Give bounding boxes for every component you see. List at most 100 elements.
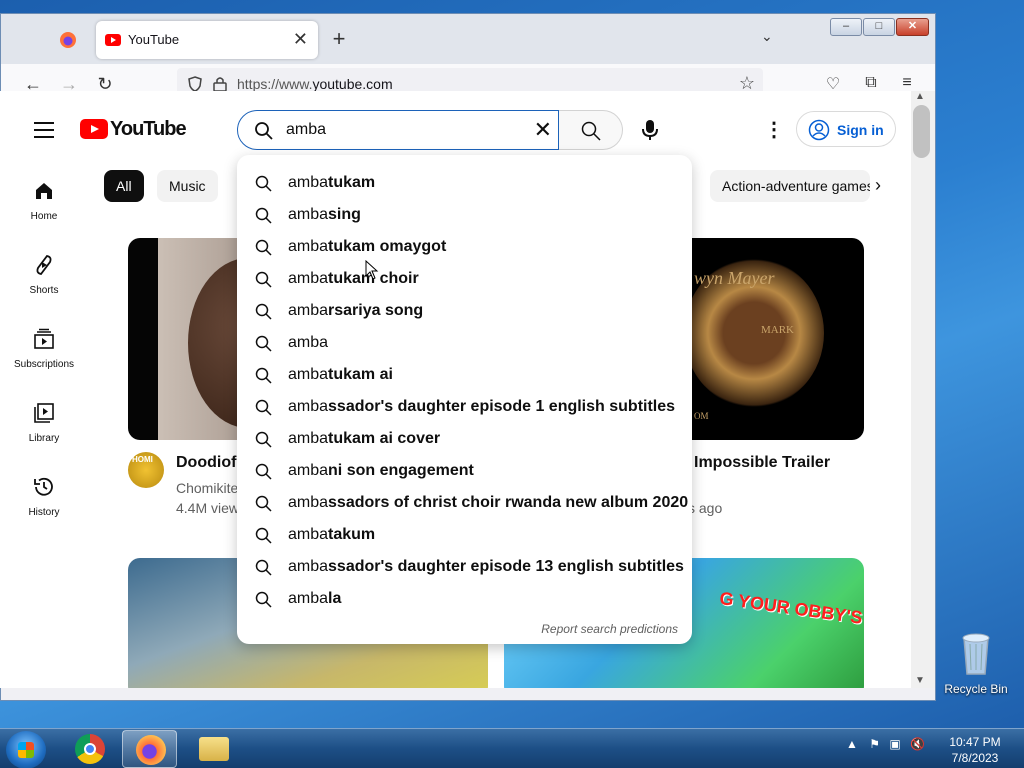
suggestion-item[interactable]: ambatukam choir — [237, 263, 692, 295]
sign-in-button[interactable]: Sign in — [796, 111, 896, 147]
voice-search-icon[interactable] — [640, 118, 660, 142]
channel-avatar[interactable]: HOMI — [128, 452, 164, 488]
show-hidden-icons-icon[interactable]: ▲ — [846, 737, 858, 751]
list-all-tabs-icon[interactable]: ⌄ — [761, 28, 773, 45]
channel-name[interactable]: Chomikite — [176, 480, 238, 496]
close-window-button[interactable]: ✕ — [896, 18, 929, 36]
tracking-protection-icon[interactable] — [187, 76, 203, 92]
suggestion-item[interactable]: ambala — [237, 583, 692, 615]
video-title[interactable]: Impossible Trailer — [694, 454, 830, 472]
suggestion-item[interactable]: ambatukam ai — [237, 359, 692, 391]
chevron-right-icon[interactable]: › — [875, 175, 881, 196]
new-tab-button[interactable]: + — [329, 26, 349, 52]
suggestion-item[interactable]: ambatukam omaygot — [237, 231, 692, 263]
report-predictions-link[interactable]: Report search predictions — [541, 622, 678, 636]
account-icon — [808, 119, 830, 141]
recycle-bin-icon — [958, 630, 994, 676]
sidebar-item-shorts[interactable]: Shorts — [0, 235, 88, 309]
search-icon — [255, 239, 272, 256]
search-icon — [255, 271, 272, 288]
start-button[interactable] — [6, 731, 46, 768]
sidebar-item-subscriptions[interactable]: Subscriptions — [0, 309, 88, 383]
system-clock[interactable]: 10:47 PM 7/8/2023 — [940, 734, 1010, 766]
sidebar-item-home[interactable]: Home — [0, 161, 88, 235]
search-input[interactable] — [286, 119, 516, 141]
volume-muted-icon[interactable]: 🔇 — [910, 737, 925, 751]
chrome-taskbar-button[interactable] — [62, 730, 117, 768]
suggestion-item[interactable]: ambatakum — [237, 519, 692, 551]
search-box: ✕ — [237, 110, 559, 150]
scrollbar-thumb[interactable] — [913, 105, 930, 158]
firefox-view-icon[interactable] — [59, 31, 77, 49]
shorts-icon — [36, 255, 52, 275]
scroll-up-icon[interactable]: ▲ — [915, 91, 925, 102]
recycle-bin[interactable]: Recycle Bin — [940, 630, 1012, 696]
suggestion-item[interactable]: ambassador's daughter episode 13 english… — [237, 551, 692, 583]
video-stats: 4.4M view — [176, 500, 240, 516]
sidebar-item-history[interactable]: History — [0, 457, 88, 531]
network-icon[interactable]: ▣ — [889, 737, 900, 751]
guide-menu-icon[interactable] — [34, 122, 54, 143]
page-scrollbar[interactable]: ▲ ▼ — [911, 91, 935, 688]
tab-strip: YouTube ✕ + ⌄ – □ ✕ — [1, 14, 935, 64]
sidebar-item-library[interactable]: Library — [0, 383, 88, 457]
suggestion-text: ambatukam — [288, 174, 376, 191]
suggestion-item[interactable]: ambani son engagement — [237, 455, 692, 487]
search-icon — [255, 495, 272, 512]
suggestion-text: amba — [288, 334, 329, 351]
search-icon — [581, 121, 601, 141]
search-suggestions: ambatukam ambasing ambatukam omaygot ambatu… — [237, 155, 692, 644]
maximize-button[interactable]: □ — [863, 18, 895, 36]
suggestion-item[interactable]: amba — [237, 327, 692, 359]
chip-music[interactable]: Music — [157, 170, 218, 202]
suggestion-item[interactable]: ambatukam ai cover — [237, 423, 692, 455]
scroll-down-icon[interactable]: ▼ — [915, 675, 925, 686]
suggestion-text: ambatukam omaygot — [288, 238, 447, 255]
suggestion-text: ambani son engagement — [288, 462, 474, 479]
minimize-button[interactable]: – — [830, 18, 862, 36]
video-stats: s ago — [688, 500, 723, 516]
search-icon — [255, 122, 273, 140]
tab-youtube[interactable]: YouTube ✕ — [96, 21, 318, 59]
folder-icon — [199, 737, 229, 761]
chip-action-adventure[interactable]: Action-adventure games — [710, 170, 870, 202]
suggestion-text: ambarsariya song — [288, 302, 424, 319]
search-icon — [255, 367, 272, 384]
action-center-flag-icon[interactable]: ⚑ — [869, 737, 880, 751]
more-options-icon[interactable]: ⋮ — [764, 117, 784, 142]
search-icon — [255, 463, 272, 480]
sidebar: Home Shorts Subscriptions Library Histor… — [0, 161, 88, 531]
suggestion-text: ambassadors of christ choir rwanda new a… — [288, 494, 689, 511]
search-icon — [255, 335, 272, 352]
suggestion-item[interactable]: ambassadors of christ choir rwanda new a… — [237, 487, 692, 519]
suggestion-item[interactable]: ambasing — [237, 199, 692, 231]
clear-search-icon[interactable]: ✕ — [534, 117, 552, 143]
search-button[interactable] — [559, 110, 623, 150]
tab-close-icon[interactable]: ✕ — [293, 29, 308, 50]
chip-all[interactable]: All — [104, 170, 144, 202]
firefox-taskbar-button[interactable] — [122, 730, 177, 768]
library-icon — [34, 403, 54, 423]
lock-icon[interactable] — [213, 76, 227, 92]
youtube-favicon-icon — [105, 34, 121, 46]
taskbar: ▲ ⚑ ▣ 🔇 10:47 PM 7/8/2023 — [0, 728, 1024, 768]
suggestion-text: ambassador's daughter episode 13 english… — [288, 558, 684, 575]
youtube-page: YouTube ✕ ⋮ Sign in Home Shorts Subscrip… — [0, 91, 920, 688]
explorer-taskbar-button[interactable] — [186, 730, 241, 768]
suggestion-item[interactable]: ambarsariya song — [237, 295, 692, 327]
suggestion-text: ambatukam choir — [288, 270, 419, 287]
suggestion-text: ambala — [288, 590, 342, 607]
suggestion-item[interactable]: ambassador's daughter episode 1 english … — [237, 391, 692, 423]
search-icon — [255, 527, 272, 544]
suggestion-text: ambassador's daughter episode 1 english … — [288, 398, 676, 415]
suggestion-text: ambatukam ai — [288, 366, 393, 383]
home-icon — [36, 183, 52, 199]
youtube-logo[interactable]: YouTube — [80, 118, 187, 140]
url-text: https://www.youtube.com — [237, 76, 393, 92]
subscriptions-icon — [34, 328, 54, 349]
search-icon — [255, 207, 272, 224]
search-icon — [255, 431, 272, 448]
suggestion-item[interactable]: ambatukam — [237, 167, 692, 199]
video-title[interactable]: Doodiofo — [176, 454, 246, 472]
history-icon — [34, 477, 53, 496]
